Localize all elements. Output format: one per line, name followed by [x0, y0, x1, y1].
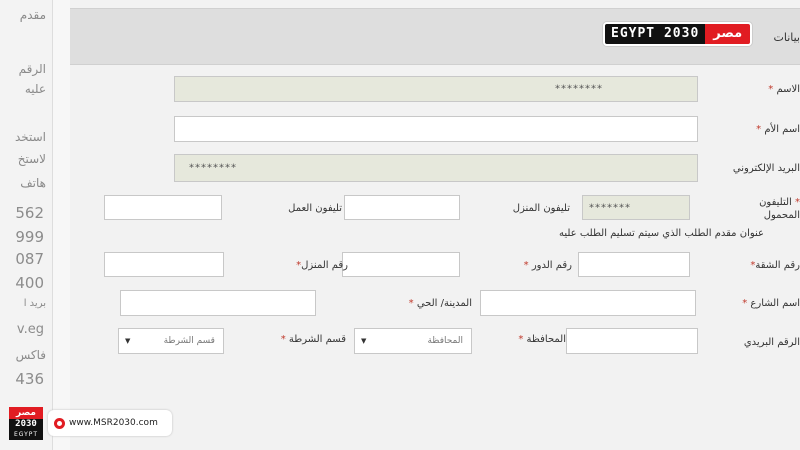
postal-code-label: الرقم البريدي [743, 337, 800, 348]
left-text: استخد [14, 130, 46, 144]
form-panel: بيانات الاسم * ******** اسم الأم * البري… [70, 0, 800, 450]
left-number: 400 [15, 274, 44, 292]
work-phone-label: تليفون العمل [288, 203, 342, 214]
house-number-input[interactable] [104, 252, 224, 277]
globe-icon [54, 417, 65, 429]
left-number: 999 [15, 228, 44, 246]
logo-arabic-text: مصر [705, 24, 751, 44]
floor-label: رقم الدور * [523, 260, 572, 271]
street-label: اسم الشارع * [742, 298, 800, 309]
left-text: فاكس [15, 348, 46, 362]
left-number: 562 [15, 204, 44, 222]
mother-name-label: اسم الأم * [756, 124, 800, 135]
apartment-label: رقم الشقة* [750, 260, 800, 271]
small-logo-english: EGYPT [9, 430, 43, 440]
street-input[interactable] [480, 290, 696, 316]
left-text: عليه [24, 82, 46, 96]
section-title: بيانات [773, 31, 800, 44]
website-url: www.MSR2030.com [69, 418, 158, 428]
city-input[interactable] [120, 290, 316, 316]
mobile-label: * التليفون المحمول [759, 197, 800, 221]
apartment-input[interactable] [578, 252, 690, 277]
floor-input[interactable] [342, 252, 460, 277]
dropdown-arrow-icon: ▼ [361, 337, 367, 345]
left-number: 436 [15, 370, 44, 388]
governorate-label: المحافظة * [518, 334, 566, 345]
name-value: ******** [555, 83, 603, 95]
email-label: البريد الإلكتروني [732, 163, 800, 174]
work-phone-field[interactable] [344, 195, 460, 220]
police-station-label: قسم الشرطة * [280, 334, 346, 345]
small-logo-arabic: مصر [9, 407, 43, 419]
work-phone-input[interactable] [104, 195, 222, 220]
governorate-select[interactable]: المحافظة ▼ [354, 328, 472, 354]
postal-code-input[interactable] [566, 328, 698, 354]
egypt-2030-logo: EGYPT 2030 مصر [603, 22, 753, 46]
home-phone-label: تليفون المنزل [512, 203, 570, 214]
left-text: هاتف [20, 176, 46, 190]
left-text: لاستخ [17, 152, 46, 166]
home-phone-input[interactable]: ******* [582, 195, 690, 220]
left-number: 087 [15, 250, 44, 268]
home-phone-value: ******* [589, 202, 631, 213]
small-logo-number: 2030 [9, 419, 43, 430]
logo-english-text: EGYPT 2030 [605, 24, 706, 44]
police-station-selected: قسم الشرطة [163, 336, 215, 346]
dropdown-arrow-icon: ▼ [125, 337, 131, 345]
name-input[interactable]: ******** [174, 76, 698, 102]
address-note: عنوان مقدم الطلب الذي سيتم تسليم الطلب ع… [558, 228, 764, 239]
city-label: المدينة/ الحي * [408, 298, 472, 309]
mother-name-input[interactable] [174, 116, 698, 142]
website-url-badge: www.MSR2030.com [48, 410, 172, 436]
email-value: ******** [189, 162, 237, 174]
left-text: بريد ا [23, 298, 46, 309]
left-text: الرقم [18, 62, 46, 76]
column-separator [52, 0, 70, 450]
governorate-selected: المحافظة [427, 336, 463, 346]
email-input[interactable]: ******** [174, 154, 698, 182]
left-text: v.eg [16, 322, 44, 337]
name-label: الاسم * [768, 84, 800, 95]
left-partial-column: مقدم الرقم عليه استخد لاستخ هاتف 562 999… [0, 0, 52, 450]
left-text: مقدم [19, 8, 46, 22]
house-number-label: رقم المنزل* [296, 260, 348, 271]
police-station-select[interactable]: قسم الشرطة ▼ [118, 328, 224, 354]
egypt-2030-small-logo: مصر 2030 EGYPT [9, 407, 43, 440]
